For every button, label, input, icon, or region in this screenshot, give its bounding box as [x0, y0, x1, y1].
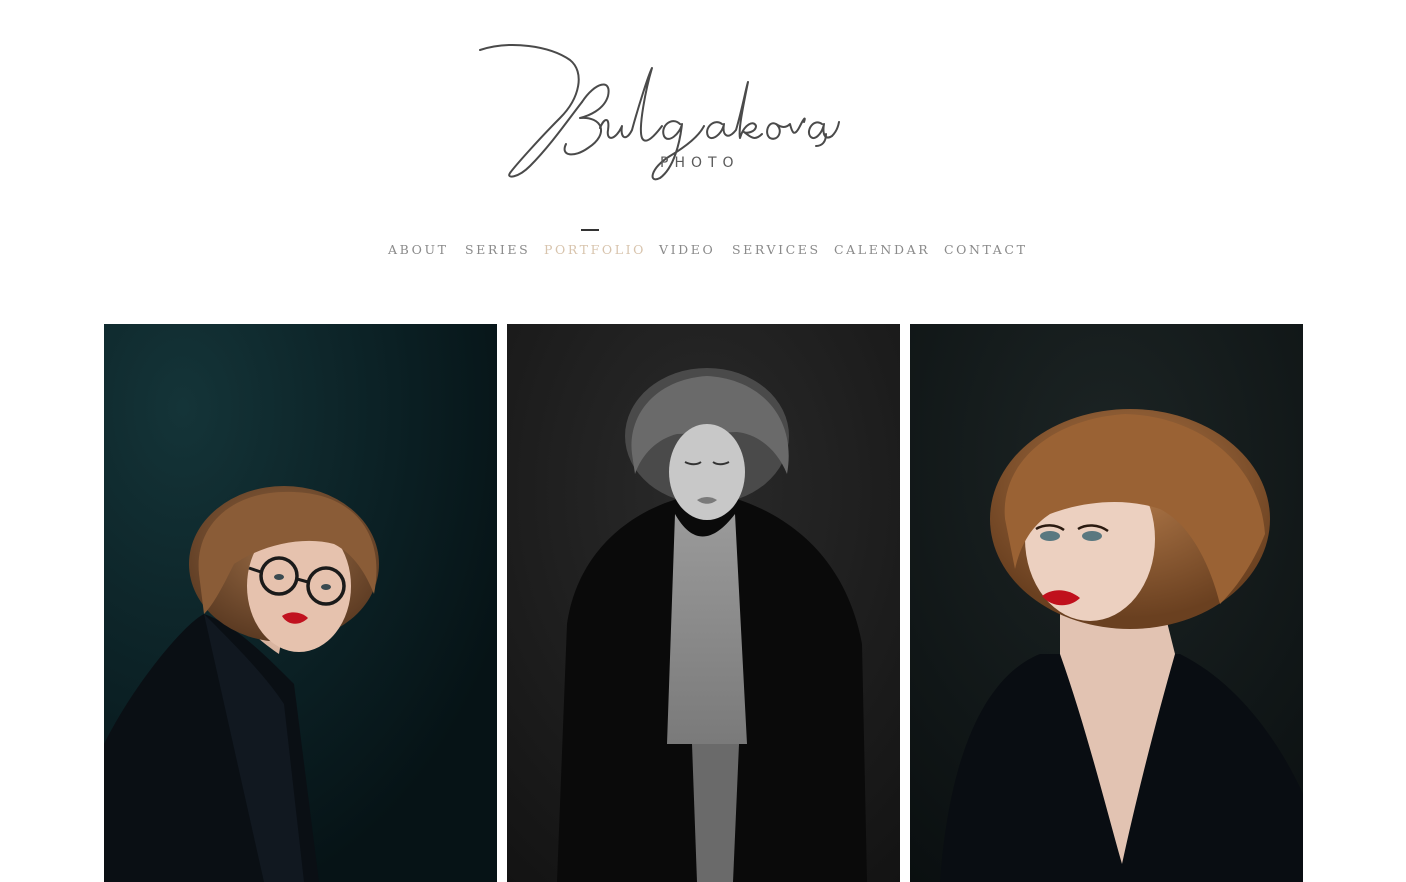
brand-logo[interactable]: PHOTO [470, 38, 840, 188]
gallery-photo-2[interactable] [507, 324, 900, 882]
nav-item-about[interactable]: ABOUT [388, 242, 449, 257]
script-signature-logo [479, 44, 840, 181]
portrait-photo-dark-closeup [910, 324, 1303, 882]
nav-item-video[interactable]: VIDEO [659, 242, 715, 257]
nav-item-calendar[interactable]: CALENDAR [834, 242, 930, 257]
nav-item-series[interactable]: SERIES [465, 242, 530, 257]
nav-item-services[interactable]: SERVICES [732, 242, 821, 257]
portrait-photo-teal-glasses [104, 324, 497, 882]
nav-item-portfolio[interactable]: PORTFOLIO [544, 242, 646, 257]
brand-subtitle: PHOTO [660, 155, 740, 171]
active-nav-indicator [581, 229, 599, 231]
portrait-photo-black-white [507, 324, 900, 882]
nav-item-contact[interactable]: CONTACT [944, 242, 1028, 257]
main-nav: ABOUT SERIES PORTFOLIO VIDEO SERVICES CA… [0, 242, 1406, 262]
gallery-photo-1[interactable] [104, 324, 497, 882]
gallery-photo-3[interactable] [910, 324, 1303, 882]
portfolio-page: PHOTO ABOUT SERIES PORTFOLIO VIDEO SERVI… [0, 0, 1406, 882]
